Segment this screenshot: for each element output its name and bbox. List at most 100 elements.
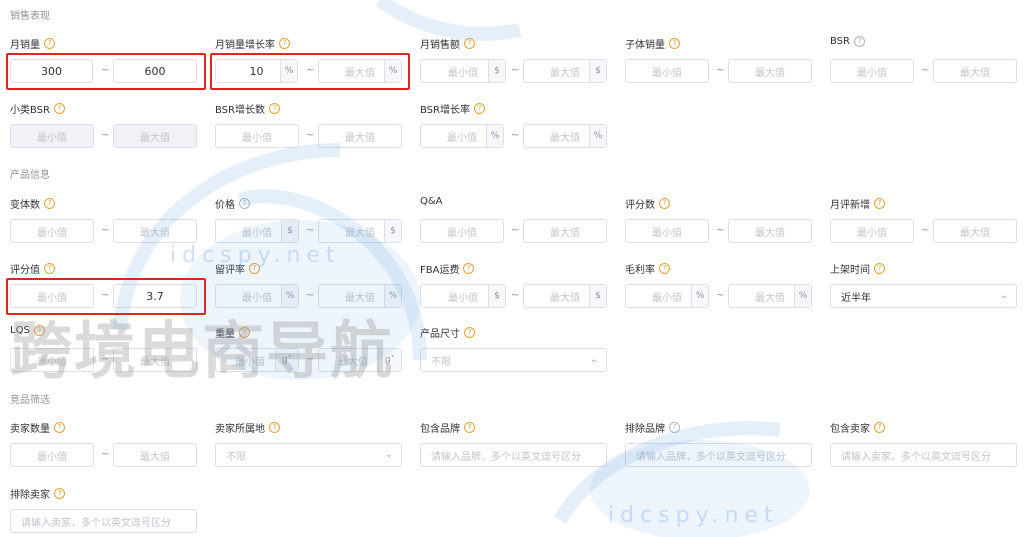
lqs-min-input[interactable]: 最小值	[10, 348, 94, 372]
percent-suffix: %	[280, 60, 297, 82]
monthly-new-reviews-max-input[interactable]: 最大值	[933, 219, 1017, 243]
help-icon[interactable]: ?	[659, 198, 670, 209]
include-brand-input[interactable]: 请输入品牌，多个以英文逗号区分	[420, 443, 607, 467]
input-placeholder: 最小值	[652, 227, 682, 239]
weight-min-input[interactable]: 最小值 g ˅	[215, 348, 299, 372]
monthly-sales-min-input[interactable]: 300	[10, 59, 93, 83]
label-text: LQS	[10, 325, 30, 336]
help-icon[interactable]: ?	[463, 263, 475, 274]
child-sales-min-input[interactable]: 最小值	[625, 59, 709, 83]
weight-max-input[interactable]: 最大值 g ˅	[318, 348, 402, 372]
bsr-min-input[interactable]: 最小值	[830, 59, 914, 83]
input-placeholder: 最小值	[448, 67, 478, 79]
variant-count-max-input[interactable]: 最大值	[113, 219, 197, 243]
input-placeholder: 最大值	[140, 356, 170, 368]
dollar-suffix: $	[281, 220, 298, 242]
bsr-growth-count-min-input[interactable]: 最小值	[215, 124, 299, 148]
seller-count-min-input[interactable]: 最小值	[10, 443, 94, 467]
gross-margin-max-input[interactable]: 最大值%	[728, 284, 812, 308]
label-qa: Q&A	[420, 196, 443, 207]
help-icon[interactable]: ?	[44, 263, 55, 274]
help-icon[interactable]: ?	[33, 325, 45, 336]
monthly-revenue-max-input[interactable]: 最大值 $	[523, 59, 607, 83]
monthly-new-reviews-min-input[interactable]: 最小值	[830, 219, 914, 243]
review-count-min-input[interactable]: 最小值	[625, 219, 709, 243]
help-icon[interactable]: ?	[54, 488, 65, 499]
help-icon[interactable]: ?	[249, 263, 260, 274]
input-value: 300	[41, 64, 62, 78]
label-sub-bsr: 小类BSR?	[10, 101, 65, 116]
help-icon[interactable]: ?	[853, 36, 865, 47]
range-separator: ~	[306, 130, 315, 141]
help-icon[interactable]: ?	[659, 263, 670, 274]
select-value: 不限	[431, 356, 451, 368]
input-value: 10	[249, 64, 264, 78]
label-text: 包含品牌	[420, 424, 460, 435]
include-seller-input[interactable]: 请输入卖家，多个以英文逗号区分	[830, 443, 1017, 467]
help-icon[interactable]: ?	[54, 422, 65, 433]
seller-location-select[interactable]: 不限 ⌄	[215, 443, 402, 467]
label-monthly-sales: 月销量?	[10, 36, 55, 51]
weight-unit-select[interactable]: g ˅	[275, 349, 298, 371]
help-icon[interactable]: ?	[669, 422, 680, 433]
help-icon[interactable]: ?	[239, 198, 250, 209]
monthly-sales-growth-max-input[interactable]: 最大值%	[318, 59, 402, 83]
label-text: 上架时间	[830, 265, 870, 276]
child-sales-max-input[interactable]: 最大值	[728, 59, 812, 83]
weight-unit-select[interactable]: g ˅	[378, 349, 401, 371]
help-icon[interactable]: ?	[53, 103, 65, 114]
help-icon[interactable]: ?	[279, 38, 290, 49]
help-icon[interactable]: ?	[874, 422, 885, 433]
help-icon[interactable]: ?	[464, 38, 475, 49]
exclude-seller-input[interactable]: 请输入卖家，多个以英文逗号区分	[10, 509, 197, 533]
label-monthly-new-reviews: 月评新增?	[830, 196, 885, 211]
price-max-input[interactable]: 最大值 $	[318, 219, 402, 243]
help-icon[interactable]: ?	[473, 103, 485, 114]
input-placeholder: 最小值	[242, 227, 272, 239]
monthly-revenue-min-input[interactable]: 最小值 $	[420, 59, 506, 83]
help-icon[interactable]: ?	[464, 422, 475, 433]
exclude-brand-input[interactable]: 请输入品牌，多个以英文逗号区分	[625, 443, 812, 467]
help-icon[interactable]: ?	[874, 263, 885, 274]
range-separator: ~	[716, 65, 725, 76]
help-icon[interactable]: ?	[269, 422, 280, 433]
input-placeholder: 最大值	[140, 132, 170, 144]
bsr-growth-rate-max-input[interactable]: 最大值%	[523, 124, 607, 148]
fba-fee-min-input[interactable]: 最小值 $	[420, 284, 506, 308]
fba-fee-max-input[interactable]: 最大值 $	[523, 284, 607, 308]
qa-max-input[interactable]: 最大值	[523, 219, 607, 243]
sub-bsr-min-input[interactable]: 最小值	[10, 124, 94, 148]
monthly-sales-max-input[interactable]: 600	[113, 59, 197, 83]
launch-time-select[interactable]: 近半年 ⌄	[830, 284, 1017, 308]
review-rate-min-input[interactable]: 最小值%	[215, 284, 299, 308]
sub-bsr-max-input[interactable]: 最大值	[113, 124, 197, 148]
input-placeholder: 最小值	[37, 292, 67, 304]
help-icon[interactable]: ?	[669, 38, 680, 49]
lqs-max-input[interactable]: 最大值	[113, 348, 197, 372]
help-icon[interactable]: ?	[44, 38, 55, 49]
input-placeholder: 请输入品牌，多个以英文逗号区分	[431, 451, 581, 463]
price-min-input[interactable]: 最小值 $	[215, 219, 299, 243]
bsr-growth-rate-min-input[interactable]: 最小值%	[420, 124, 504, 148]
help-icon[interactable]: ?	[268, 103, 280, 114]
label-child-sales: 子体销量?	[625, 36, 680, 51]
help-icon[interactable]: ?	[44, 198, 55, 209]
help-icon[interactable]: ?	[874, 198, 885, 209]
input-placeholder: 最大值	[960, 67, 990, 79]
variant-count-min-input[interactable]: 最小值	[10, 219, 94, 243]
monthly-sales-growth-min-input[interactable]: 10%	[215, 59, 298, 83]
rating-min-input[interactable]: 最小值	[10, 284, 94, 308]
gross-margin-min-input[interactable]: 最小值%	[625, 284, 709, 308]
input-placeholder: 最小值	[37, 451, 67, 463]
review-rate-max-input[interactable]: 最大值%	[318, 284, 402, 308]
help-icon[interactable]: ?	[464, 327, 475, 338]
bsr-growth-count-max-input[interactable]: 最大值	[318, 124, 402, 148]
rating-max-input[interactable]: 3.7	[113, 284, 197, 308]
bsr-max-input[interactable]: 最大值	[933, 59, 1017, 83]
seller-count-max-input[interactable]: 最大值	[113, 443, 197, 467]
review-count-max-input[interactable]: 最大值	[728, 219, 812, 243]
help-icon[interactable]: ?	[239, 327, 250, 338]
qa-min-input[interactable]: 最小值	[420, 219, 504, 243]
product-size-select[interactable]: 不限 ⌄	[420, 348, 607, 372]
label-text: 月销售额	[420, 40, 460, 51]
